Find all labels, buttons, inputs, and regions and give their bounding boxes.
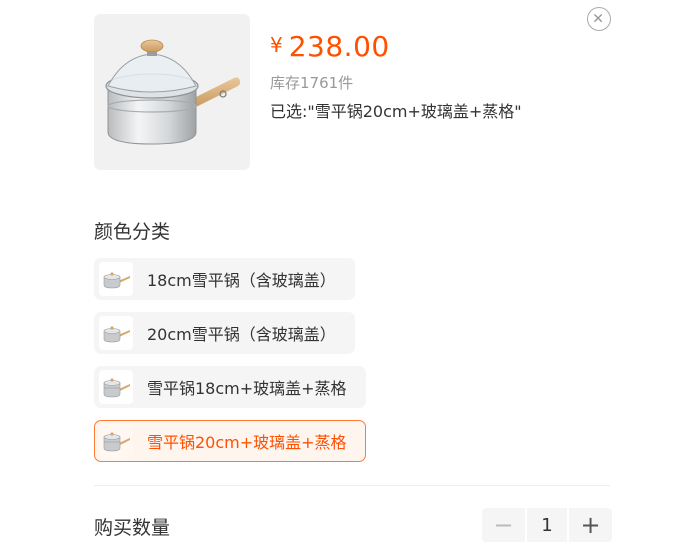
close-button[interactable] bbox=[587, 7, 611, 31]
option-label: 雪平锅20cm+玻璃盖+蒸格 bbox=[147, 433, 347, 452]
selected-variant-text: 已选:"雪平锅20cm+玻璃盖+蒸格" bbox=[270, 102, 522, 121]
option-18cm-pan-lid[interactable]: 18cm雪平锅（含玻璃盖） bbox=[94, 258, 355, 300]
option-20cm-pan-lid-steamer[interactable]: 雪平锅20cm+玻璃盖+蒸格 bbox=[94, 420, 366, 462]
option-thumbnail bbox=[99, 316, 133, 350]
divider bbox=[94, 485, 610, 486]
price: ¥238.00 bbox=[270, 30, 390, 63]
option-thumbnail bbox=[99, 370, 133, 404]
close-icon bbox=[594, 14, 603, 23]
decrease-button[interactable]: − bbox=[482, 508, 525, 542]
color-category-title: 颜色分类 bbox=[94, 221, 171, 243]
product-image bbox=[94, 14, 250, 170]
quantity-label: 购买数量 bbox=[94, 517, 171, 539]
currency-symbol: ¥ bbox=[270, 33, 283, 57]
quantity-value[interactable]: 1 bbox=[527, 508, 567, 542]
option-label: 18cm雪平锅（含玻璃盖） bbox=[147, 271, 336, 290]
stock-count: 库存1761件 bbox=[270, 74, 354, 92]
option-thumbnail bbox=[99, 262, 133, 296]
option-20cm-pan-lid[interactable]: 20cm雪平锅（含玻璃盖） bbox=[94, 312, 355, 354]
option-18cm-pan-lid-steamer[interactable]: 雪平锅18cm+玻璃盖+蒸格 bbox=[94, 366, 366, 408]
option-label: 雪平锅18cm+玻璃盖+蒸格 bbox=[147, 379, 347, 398]
saucepan-image-icon bbox=[105, 39, 241, 145]
increase-button[interactable]: + bbox=[569, 508, 612, 542]
quantity-stepper: − 1 + bbox=[482, 508, 612, 542]
price-value: 238.00 bbox=[288, 30, 390, 63]
option-thumbnail bbox=[99, 424, 133, 458]
option-label: 20cm雪平锅（含玻璃盖） bbox=[147, 325, 336, 344]
